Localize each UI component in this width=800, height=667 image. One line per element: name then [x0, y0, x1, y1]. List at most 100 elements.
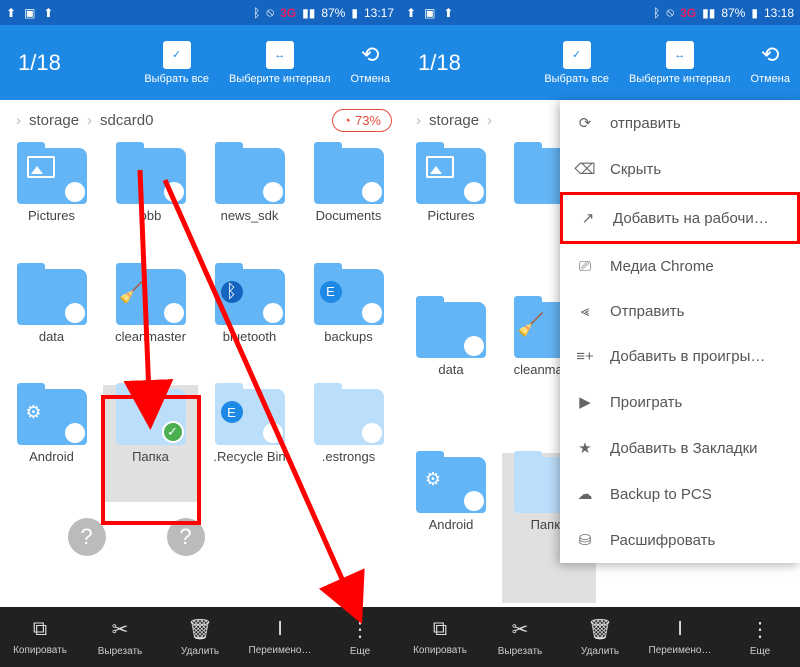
select-circle[interactable] — [164, 182, 184, 202]
bottombar: ⧉ Копировать ✂ Вырезать 🗑 Удалить I Пере… — [0, 607, 400, 667]
folder-item[interactable]: Ebackups — [301, 265, 396, 382]
folder-item[interactable]: E.Recycle Bin — [202, 385, 297, 502]
pie-icon: ◔ — [343, 113, 351, 128]
folder-icon — [416, 148, 486, 204]
chevron-icon: › — [487, 112, 492, 129]
folder-item[interactable]: .estrongs — [301, 385, 396, 502]
select-circle[interactable] — [464, 491, 484, 511]
chevron-icon: › — [416, 112, 421, 129]
folder-label: obb — [140, 208, 162, 224]
folder-item[interactable]: obb — [103, 144, 198, 261]
select-circle[interactable] — [362, 182, 382, 202]
copy-label: Копировать — [13, 645, 67, 656]
more-label: Еще — [350, 646, 370, 657]
folder-item[interactable]: Pictures — [4, 144, 99, 261]
folder-item[interactable]: 🧹cleanmaster — [103, 265, 198, 382]
bottombar: ⧉ Копировать ✂ Вырезать 🗑 Удалить I Пере… — [400, 607, 800, 667]
select-all-button[interactable]: ✓ Выбрать все — [534, 35, 619, 91]
storage-badge[interactable]: ◔ 73% — [332, 109, 392, 132]
menu-hide-label: Скрыть — [610, 161, 661, 178]
cut-button[interactable]: ✂ Вырезать — [480, 607, 560, 667]
folder-icon — [416, 302, 486, 358]
signal-icon: ▮▮ — [302, 6, 315, 20]
rename-button[interactable]: I Переимено… — [640, 607, 720, 667]
folder-item[interactable]: news_sdk — [202, 144, 297, 261]
folder-item[interactable]: ᛒbluetooth — [202, 265, 297, 382]
folder-item[interactable]: ⚙Android — [4, 385, 99, 502]
rename-label: Переимено… — [249, 645, 312, 656]
clock: 13:17 — [364, 6, 394, 20]
menu-media-chrome[interactable]: ⎚ Медиа Chrome — [560, 244, 800, 289]
menu-decrypt[interactable]: ⛁ Расшифровать — [560, 517, 800, 563]
chevron-icon: › — [16, 112, 21, 129]
more-button[interactable]: ⋮ Еще — [720, 607, 800, 667]
select-circle[interactable] — [464, 182, 484, 202]
check-icon: ✓ — [162, 421, 184, 443]
select-circle[interactable] — [263, 303, 283, 323]
select-circle[interactable] — [65, 182, 85, 202]
menu-send-label: отправить — [610, 115, 681, 132]
menu-bookmark[interactable]: ★ Добавить в Закладки — [560, 425, 800, 471]
folder-grid: Pictures obb news_sdkDocuments data🧹cleanma… — [0, 140, 400, 607]
more-button[interactable]: ⋮ Еще — [320, 607, 400, 667]
menu-add-playlist[interactable]: ≡+ Добавить в проигры… — [560, 334, 800, 379]
folder-item[interactable]: ? — [4, 506, 99, 603]
folder-item[interactable]: ? — [103, 506, 198, 603]
select-circle[interactable] — [263, 423, 283, 443]
check-icon: ✓ — [163, 41, 191, 69]
menu-play[interactable]: ▶ Проиграть — [560, 379, 800, 425]
folder-item[interactable]: ✓ Папка — [103, 385, 198, 502]
delete-button[interactable]: 🗑 Удалить — [160, 607, 240, 667]
menu-add-desktop[interactable]: ↗ Добавить на рабочи… — [560, 192, 800, 244]
select-range-button[interactable]: ↔ Выберите интервал — [619, 35, 741, 91]
select-circle[interactable] — [464, 336, 484, 356]
select-range-label: Выберите интервал — [229, 73, 331, 85]
folder-label: backups — [324, 329, 372, 345]
menu-hide[interactable]: ⌫ Скрыть — [560, 146, 800, 192]
folder-icon: ᛒ — [215, 269, 285, 325]
statusbar: ⬆ ▣ ⬆ ᛒ ⦸ 3G ▮▮ 87% ▮ 13:17 — [0, 0, 400, 25]
cut-label: Вырезать — [498, 646, 542, 657]
delete-button[interactable]: 🗑 Удалить — [560, 607, 640, 667]
select-circle[interactable] — [263, 182, 283, 202]
folder-icon — [314, 389, 384, 445]
breadcrumb-current[interactable]: sdcard0 — [100, 112, 153, 129]
breadcrumb-root[interactable]: storage — [29, 112, 79, 129]
cut-button[interactable]: ✂ Вырезать — [80, 607, 160, 667]
battery-pct: 87% — [321, 6, 345, 20]
menu-backup[interactable]: ☁ Backup to PCS — [560, 471, 800, 517]
select-circle[interactable] — [362, 303, 382, 323]
folder-item[interactable]: ⚙Android — [404, 453, 498, 603]
folder-label: Android — [29, 449, 74, 465]
folder-icon: ✓ — [116, 389, 186, 445]
cursor-icon: I — [677, 618, 683, 641]
playlist-icon: ≡+ — [574, 348, 596, 365]
select-circle[interactable] — [65, 423, 85, 443]
trash-icon: 🗑 — [187, 617, 212, 642]
cancel-button[interactable]: ⟲ Отмена — [341, 35, 400, 91]
cancel-button[interactable]: ⟲ Отмена — [741, 35, 800, 91]
select-circle[interactable] — [362, 423, 382, 443]
shortcut-icon: ↗ — [577, 209, 599, 227]
folder-item[interactable]: Pictures — [404, 144, 498, 294]
cursor-icon: I — [277, 618, 283, 641]
select-circle[interactable] — [164, 303, 184, 323]
folder-item[interactable]: Documents — [301, 144, 396, 261]
clock: 13:18 — [764, 6, 794, 20]
menu-share[interactable]: ⪡ Отправить — [560, 289, 800, 334]
select-range-button[interactable]: ↔ Выберите интервал — [219, 35, 341, 91]
folder-icon: E — [215, 389, 285, 445]
breadcrumb[interactable]: › storage › sdcard0 ◔ 73% — [0, 100, 400, 140]
breadcrumb-root[interactable]: storage — [429, 112, 479, 129]
rename-button[interactable]: I Переимено… — [240, 607, 320, 667]
range-icon: ↔ — [666, 41, 694, 69]
star-icon: ★ — [574, 439, 596, 457]
copy-button[interactable]: ⧉ Копировать — [400, 607, 480, 667]
folder-item[interactable]: data — [4, 265, 99, 382]
folder-label: Папка — [132, 449, 169, 465]
folder-item[interactable]: data — [404, 298, 498, 448]
menu-send[interactable]: ⟳ отправить — [560, 100, 800, 146]
select-circle[interactable] — [65, 303, 85, 323]
select-all-button[interactable]: ✓ Выбрать все — [134, 35, 219, 91]
copy-button[interactable]: ⧉ Копировать — [0, 607, 80, 667]
